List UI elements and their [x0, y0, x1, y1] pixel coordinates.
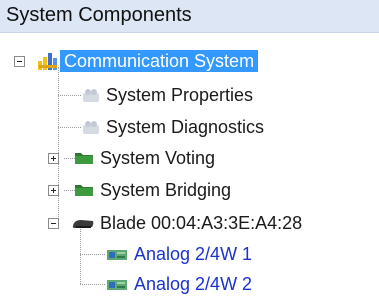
tree-node-system-bridging[interactable]: System Bridging — [0, 178, 379, 202]
tree-node-label[interactable]: System Bridging — [100, 179, 231, 201]
component-tree[interactable]: Communication System System Properties S… — [0, 33, 379, 297]
diagnostics-icon — [82, 119, 100, 140]
tree-node-analog-2[interactable]: Analog 2/4W 2 — [0, 272, 379, 296]
tree-node-label[interactable]: Analog 2/4W 2 — [134, 273, 252, 295]
tree-node-label[interactable]: Analog 2/4W 1 — [134, 243, 252, 265]
blade-icon — [71, 217, 95, 235]
tree-node-label[interactable]: System Diagnostics — [106, 116, 264, 138]
expand-toggle[interactable] — [48, 153, 59, 164]
tree-node-system-voting[interactable]: System Voting — [0, 146, 379, 170]
folder-icon — [74, 183, 94, 202]
expand-toggle[interactable] — [48, 185, 59, 196]
properties-icon — [82, 87, 100, 108]
panel-header: System Components — [0, 0, 379, 33]
tree-node-label[interactable]: Blade 00:04:A3:3E:A4:28 — [100, 212, 302, 234]
panel-title: System Components — [6, 4, 192, 26]
collapse-toggle[interactable] — [48, 218, 59, 229]
collapse-toggle[interactable] — [14, 56, 25, 67]
tree-node-communication-system[interactable]: Communication System — [0, 49, 379, 73]
analog-card-icon — [106, 278, 128, 296]
tree-node-label[interactable]: Communication System — [60, 50, 259, 72]
network-system-icon — [37, 51, 59, 76]
tree-node-blade[interactable]: Blade 00:04:A3:3E:A4:28 — [0, 211, 379, 235]
tree-node-system-diagnostics[interactable]: System Diagnostics — [0, 115, 379, 139]
analog-card-icon — [106, 248, 128, 266]
tree-node-analog-1[interactable]: Analog 2/4W 1 — [0, 242, 379, 266]
tree-node-label[interactable]: System Voting — [100, 147, 215, 169]
tree-node-system-properties[interactable]: System Properties — [0, 83, 379, 107]
folder-icon — [74, 151, 94, 170]
tree-node-label[interactable]: System Properties — [106, 84, 253, 106]
